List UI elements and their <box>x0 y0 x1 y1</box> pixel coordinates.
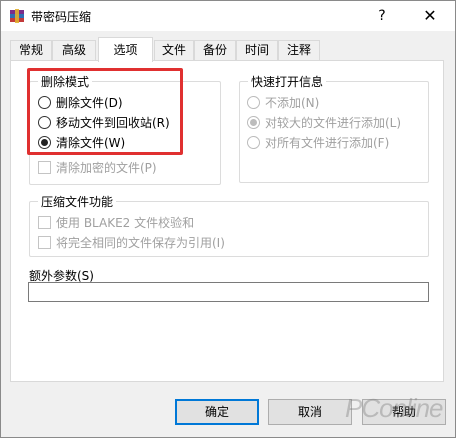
add-large-files-label: 对较大的文件进行添加(L) <box>265 115 402 130</box>
tab-comment[interactable]: 注释 <box>278 40 320 61</box>
wipe-encrypted-option[interactable]: 清除加密的文件(P) <box>38 158 157 176</box>
ok-button[interactable]: 确定 <box>175 399 259 425</box>
help-title-button[interactable]: ? <box>359 1 405 31</box>
no-add-option[interactable]: 不添加(N) <box>247 93 319 111</box>
add-large-files-option[interactable]: 对较大的文件进行添加(L) <box>247 113 401 131</box>
tab-files[interactable]: 文件 <box>154 40 194 61</box>
window-title: 带密码压缩 <box>31 10 92 24</box>
recycle-bin-option[interactable]: 移动文件到回收站(R) <box>38 113 170 131</box>
cancel-button[interactable]: 取消 <box>268 399 352 425</box>
winrar-icon <box>10 9 24 23</box>
no-add-radio[interactable] <box>247 95 260 109</box>
compress-features-title: 压缩文件功能 <box>38 193 117 210</box>
wipe-files-label: 清除文件(W) <box>56 135 126 150</box>
tab-general[interactable]: 常规 <box>10 40 52 61</box>
add-large-files-radio[interactable] <box>247 115 260 129</box>
identical-files-option[interactable]: 将完全相同的文件保存为引用(I) <box>38 233 225 251</box>
options-panel: 删除模式 删除文件(D) 移动文件到回收站(R) 清除文件(W) 清除加密的文件… <box>10 60 444 382</box>
tab-options[interactable]: 选项 <box>98 37 153 62</box>
title-bar: 带密码压缩 ? ✕ <box>1 1 455 31</box>
delete-files-radio[interactable] <box>38 95 51 109</box>
tab-backup[interactable]: 备份 <box>194 40 236 61</box>
recycle-bin-radio[interactable] <box>38 115 51 129</box>
wipe-files-radio[interactable] <box>38 135 51 149</box>
wipe-encrypted-label: 清除加密的文件(P) <box>56 160 157 175</box>
help-button[interactable]: 帮助 <box>362 399 446 425</box>
no-add-label: 不添加(N) <box>265 95 320 110</box>
add-all-files-radio[interactable] <box>247 135 260 149</box>
add-all-files-option[interactable]: 对所有文件进行添加(F) <box>247 133 389 151</box>
tab-advanced[interactable]: 高级 <box>52 40 96 61</box>
dialog-window: 带密码压缩 ? ✕ 常规 高级 选项 文件 备份 时间 注释 删除模式 删除文件… <box>0 0 456 438</box>
identical-files-checkbox[interactable] <box>38 235 51 249</box>
delete-files-option[interactable]: 删除文件(D) <box>38 93 123 111</box>
blake2-label: 使用 BLAKE2 文件校验和 <box>56 215 195 230</box>
blake2-option[interactable]: 使用 BLAKE2 文件校验和 <box>38 213 194 231</box>
close-button[interactable]: ✕ <box>407 1 453 31</box>
quick-open-title: 快速打开信息 <box>248 73 327 90</box>
tab-time[interactable]: 时间 <box>236 40 278 61</box>
add-all-files-label: 对所有文件进行添加(F) <box>265 135 390 150</box>
wipe-files-option[interactable]: 清除文件(W) <box>38 133 125 151</box>
delete-mode-title: 删除模式 <box>38 73 93 90</box>
params-input[interactable] <box>28 282 429 302</box>
identical-files-label: 将完全相同的文件保存为引用(I) <box>56 235 225 250</box>
blake2-checkbox[interactable] <box>38 215 51 229</box>
delete-files-label: 删除文件(D) <box>56 95 123 110</box>
wipe-encrypted-checkbox[interactable] <box>38 160 51 174</box>
recycle-bin-label: 移动文件到回收站(R) <box>56 115 170 130</box>
